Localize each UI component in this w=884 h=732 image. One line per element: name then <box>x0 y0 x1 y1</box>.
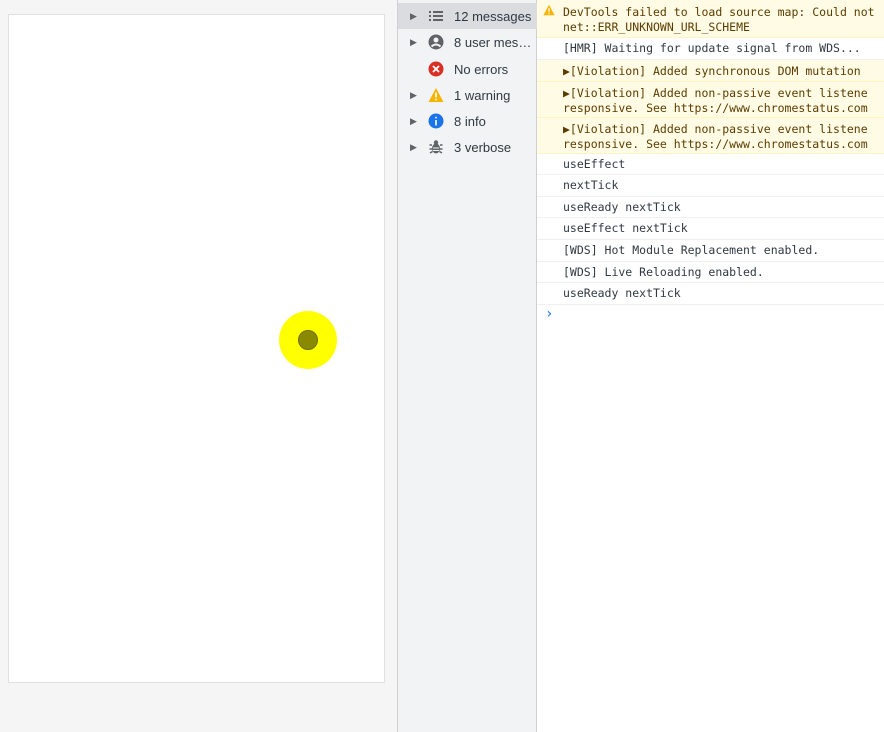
info-icon <box>428 113 444 129</box>
message-line: [WDS] Hot Module Replacement enabled. <box>563 243 820 257</box>
sidebar-item-info[interactable]: ▶ 8 info <box>398 108 537 134</box>
console-message[interactable]: useReady nextTick <box>537 197 884 218</box>
console-message[interactable]: DevTools failed to load source map: Coul… <box>537 0 884 38</box>
warning-icon <box>428 87 444 103</box>
sidebar-item-user-messages[interactable]: ▶ 8 user mess… <box>398 29 537 55</box>
sidebar-item-label: 8 info <box>454 113 486 129</box>
console-message[interactable]: ▶[Violation] Added non-passive event lis… <box>537 118 884 154</box>
list-icon <box>428 8 444 24</box>
sidebar-item-label: 8 user mess… <box>454 34 536 50</box>
user-icon <box>428 34 444 50</box>
expand-arrow-icon[interactable]: ▶ <box>410 90 420 101</box>
message-line: DevTools failed to load source map: Coul… <box>563 5 875 19</box>
expand-arrow-icon[interactable]: ▶ <box>410 37 420 48</box>
sidebar-item-verbose[interactable]: ▶ 3 verbose <box>398 134 537 160</box>
console-message[interactable]: [WDS] Hot Module Replacement enabled. <box>537 240 884 262</box>
message-line: useEffect nextTick <box>563 221 688 235</box>
console-sidebar: ▶ 12 messages ▶ 8 user mess… No errors ▶… <box>397 0 537 732</box>
console-message[interactable]: nextTick <box>537 175 884 197</box>
message-line[interactable]: ▶[Violation] Added non-passive event lis… <box>563 122 884 137</box>
message-line: [HMR] Waiting for update signal from WDS… <box>563 41 861 55</box>
preview-pane <box>8 14 385 683</box>
message-line[interactable]: responsive. See https://www.chromestatus… <box>563 137 884 152</box>
sidebar-item-label: 3 verbose <box>454 139 512 155</box>
console-message[interactable]: useEffect nextTick <box>537 218 884 240</box>
expand-arrow-icon[interactable]: ▶ <box>410 116 420 127</box>
sidebar-item-label: 1 warning <box>454 87 511 103</box>
message-line: useReady nextTick <box>563 286 681 300</box>
bug-icon <box>428 139 444 155</box>
sidebar-item-messages[interactable]: ▶ 12 messages <box>398 3 537 29</box>
console-log[interactable]: DevTools failed to load source map: Coul… <box>537 0 884 732</box>
error-icon <box>428 61 444 77</box>
console-message[interactable]: useEffect <box>537 154 884 175</box>
message-line: [WDS] Live Reloading enabled. <box>563 265 764 279</box>
expand-arrow-icon[interactable]: ▶ <box>410 11 420 22</box>
console-prompt[interactable]: › <box>545 306 553 322</box>
message-line[interactable]: ▶[Violation] Added non-passive event lis… <box>563 86 884 101</box>
message-line: nextTick <box>563 178 619 192</box>
expand-arrow-icon[interactable]: ▶ <box>410 142 420 153</box>
console-message[interactable]: ▶[Violation] Added synchronous DOM mutat… <box>537 60 884 82</box>
console-message[interactable]: [HMR] Waiting for update signal from WDS… <box>537 38 884 60</box>
sidebar-item-label: No errors <box>454 61 509 77</box>
console-message[interactable]: ▶[Violation] Added non-passive event lis… <box>537 82 884 118</box>
message-line[interactable]: responsive. See https://www.chromestatus… <box>563 101 884 116</box>
cursor-dot <box>298 330 318 350</box>
sidebar-item-warnings[interactable]: ▶ 1 warning <box>398 82 537 108</box>
message-line: net::ERR_UNKNOWN_URL_SCHEME <box>563 20 750 34</box>
console-message[interactable]: [WDS] Live Reloading enabled. <box>537 262 884 283</box>
message-line: useReady nextTick <box>563 200 681 214</box>
sidebar-item-label: 12 messages <box>454 8 532 24</box>
message-line[interactable]: ▶[Violation] Added synchronous DOM mutat… <box>563 64 884 79</box>
console-message[interactable]: useReady nextTick <box>537 283 884 305</box>
sidebar-item-errors[interactable]: No errors <box>398 56 537 82</box>
warning-icon <box>543 4 555 20</box>
cursor-highlight <box>279 311 337 369</box>
message-line: useEffect <box>563 157 626 171</box>
